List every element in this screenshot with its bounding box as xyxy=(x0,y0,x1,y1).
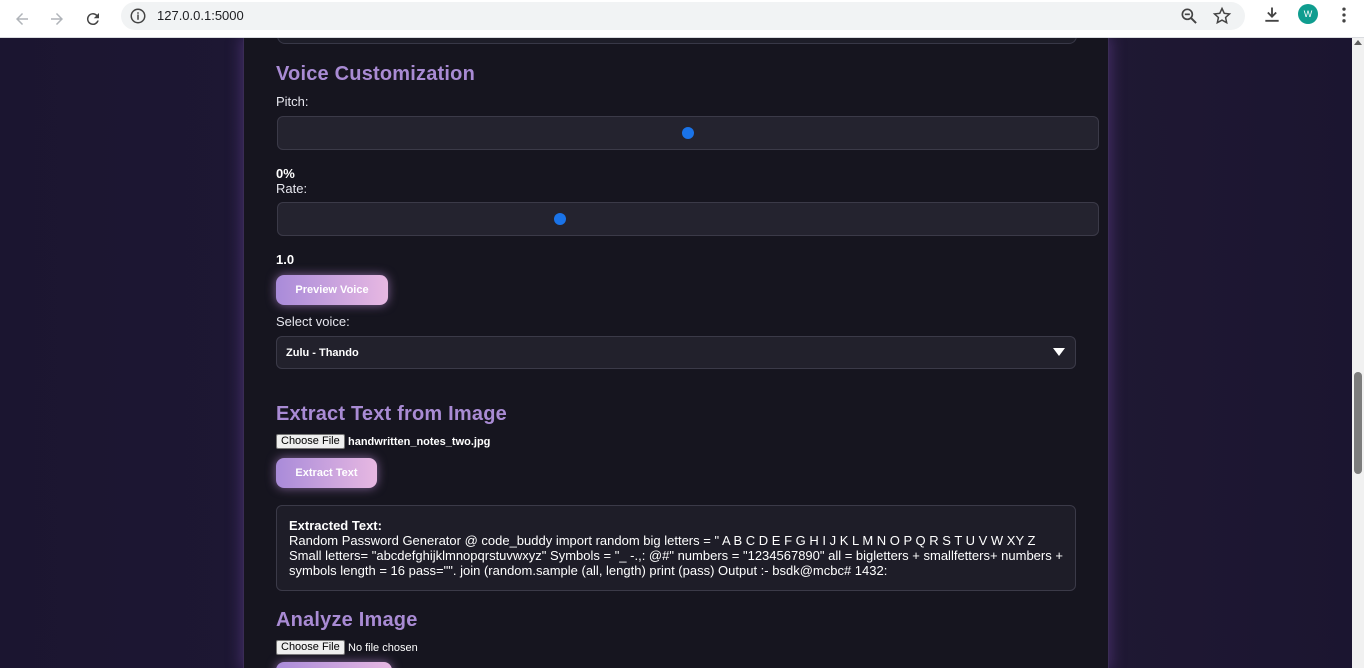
star-icon[interactable] xyxy=(1212,6,1232,26)
page-scrollbar[interactable] xyxy=(1352,38,1364,668)
analyze-file-name: No file chosen xyxy=(348,642,418,654)
rate-slider-thumb[interactable] xyxy=(554,213,566,225)
analyze-choose-file-button[interactable]: Choose File xyxy=(276,640,345,655)
browser-menu-button[interactable] xyxy=(1333,4,1355,26)
zoom-icon[interactable] xyxy=(1179,6,1199,26)
preview-voice-button[interactable]: Preview Voice xyxy=(276,275,388,305)
back-button[interactable] xyxy=(8,5,36,33)
rate-label: Rate: xyxy=(276,181,308,196)
download-icon xyxy=(1265,7,1279,22)
profile-avatar[interactable]: W xyxy=(1298,4,1318,24)
back-icon xyxy=(16,13,28,25)
extract-file-name: handwritten_notes_two.jpg xyxy=(348,436,491,448)
rate-slider[interactable] xyxy=(277,202,1099,236)
address-bar[interactable]: 127.0.0.1:5000 xyxy=(121,2,1245,30)
chevron-down-icon xyxy=(1053,348,1065,356)
extracted-text-content: Random Password Generator @ code_buddy i… xyxy=(289,533,1063,578)
extracted-text-title: Extracted Text: xyxy=(289,518,382,533)
extract-text-heading: Extract Text from Image xyxy=(276,403,507,425)
menu-icon xyxy=(1342,7,1346,23)
select-voice-label: Select voice: xyxy=(276,314,350,329)
extracted-text-box: Extracted Text: Random Password Generato… xyxy=(276,505,1076,591)
voice-customization-heading: Voice Customization xyxy=(276,63,476,85)
analyze-image-heading: Analyze Image xyxy=(276,609,418,631)
page-background: Voice Customization Pitch: 0% Rate: 1.0 … xyxy=(0,38,1352,668)
pitch-value: 0% xyxy=(276,166,295,181)
pitch-slider-thumb[interactable] xyxy=(682,127,694,139)
browser-toolbar: 127.0.0.1:5000 W xyxy=(0,0,1364,38)
main-panel: Voice Customization Pitch: 0% Rate: 1.0 … xyxy=(243,38,1109,668)
scroll-up-arrow[interactable] xyxy=(1354,40,1362,45)
info-icon[interactable] xyxy=(129,7,147,25)
previous-field-edge[interactable] xyxy=(277,38,1077,44)
url-text: 127.0.0.1:5000 xyxy=(157,8,244,23)
reload-icon xyxy=(86,13,99,26)
downloads-button[interactable] xyxy=(1261,4,1283,26)
scrollbar-thumb[interactable] xyxy=(1354,372,1362,474)
voice-select-value: Zulu - Thando xyxy=(286,347,359,359)
pitch-label: Pitch: xyxy=(276,94,309,109)
extract-choose-file-button[interactable]: Choose File xyxy=(276,434,345,449)
analyze-image-button[interactable] xyxy=(276,662,392,668)
pitch-slider[interactable] xyxy=(277,116,1099,150)
voice-select[interactable]: Zulu - Thando xyxy=(276,336,1076,369)
rate-value: 1.0 xyxy=(276,252,295,267)
forward-button[interactable] xyxy=(43,5,71,33)
extract-text-button[interactable]: Extract Text xyxy=(276,458,377,488)
forward-icon xyxy=(51,13,63,25)
reload-button[interactable] xyxy=(79,5,107,33)
